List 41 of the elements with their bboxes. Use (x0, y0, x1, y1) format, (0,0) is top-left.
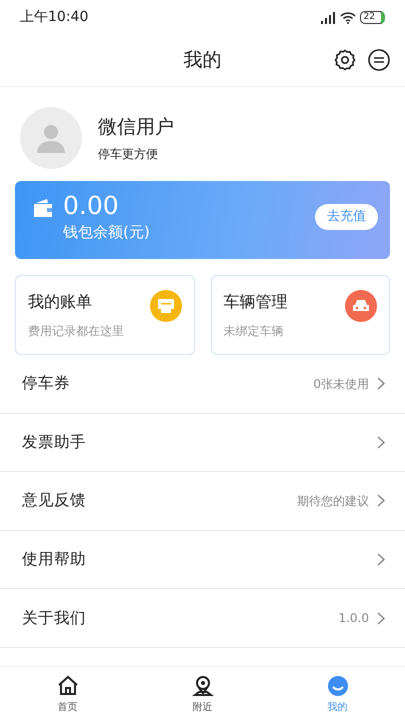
menu-label: 使用帮助 (22, 548, 86, 570)
wallet-label: 钱包余额(元) (63, 222, 150, 243)
menu-item[interactable]: 意见反馈 期待您的建议 (0, 472, 405, 531)
feature-card[interactable]: 我的账单 费用记录都在这里 (15, 275, 194, 355)
battery-level: 22 (360, 11, 385, 24)
chevron-icon (377, 436, 385, 449)
message-icon[interactable] (367, 48, 391, 72)
tab-item[interactable]: 首页 (0, 667, 135, 720)
signal-icon (320, 12, 336, 24)
chevron-icon (377, 553, 385, 566)
card-title: 车辆管理 (224, 291, 288, 313)
chevron-icon (377, 494, 385, 508)
menu-label: 关于我们 (22, 608, 86, 629)
wifi-icon (340, 12, 356, 24)
home-icon (56, 675, 78, 697)
menu-item[interactable]: 使用帮助 (0, 530, 405, 590)
menu-item[interactable]: 发票助手 (0, 414, 405, 472)
user-subtitle: 停车更方便 (98, 146, 159, 164)
card-subtitle: 费用记录都在这里 (28, 323, 124, 340)
menu-value: 期待您的建议 (297, 492, 369, 510)
chevron-icon (377, 377, 385, 390)
status-time: 上午10:40 (20, 8, 88, 27)
menu-label: 停车券 (22, 373, 70, 394)
location-pin-icon (192, 675, 214, 697)
card-title: 我的账单 (28, 291, 93, 313)
menu-label: 意见反馈 (22, 490, 86, 512)
wallet-amount: 0.00 (63, 191, 120, 221)
settings-icon[interactable] (333, 48, 357, 72)
page-title: 我的 (184, 48, 222, 74)
menu-label: 发票助手 (22, 432, 86, 453)
menu-item[interactable]: 关于我们 1.0.0 (0, 589, 405, 648)
menu-value: 0张未使用 (313, 376, 369, 393)
card-subtitle: 未绑定车辆 (224, 323, 284, 340)
wallet-icon (31, 197, 55, 219)
tab-item[interactable]: 附近 (135, 667, 270, 720)
user-name: 微信用户 (98, 114, 174, 140)
feature-card[interactable]: 车辆管理 未绑定车辆 (210, 275, 390, 355)
menu-item[interactable]: 停车券 0张未使用 (0, 355, 405, 414)
chevron-icon (377, 612, 385, 625)
menu-value: 1.0.0 (338, 610, 369, 628)
smiley-icon (326, 675, 348, 697)
